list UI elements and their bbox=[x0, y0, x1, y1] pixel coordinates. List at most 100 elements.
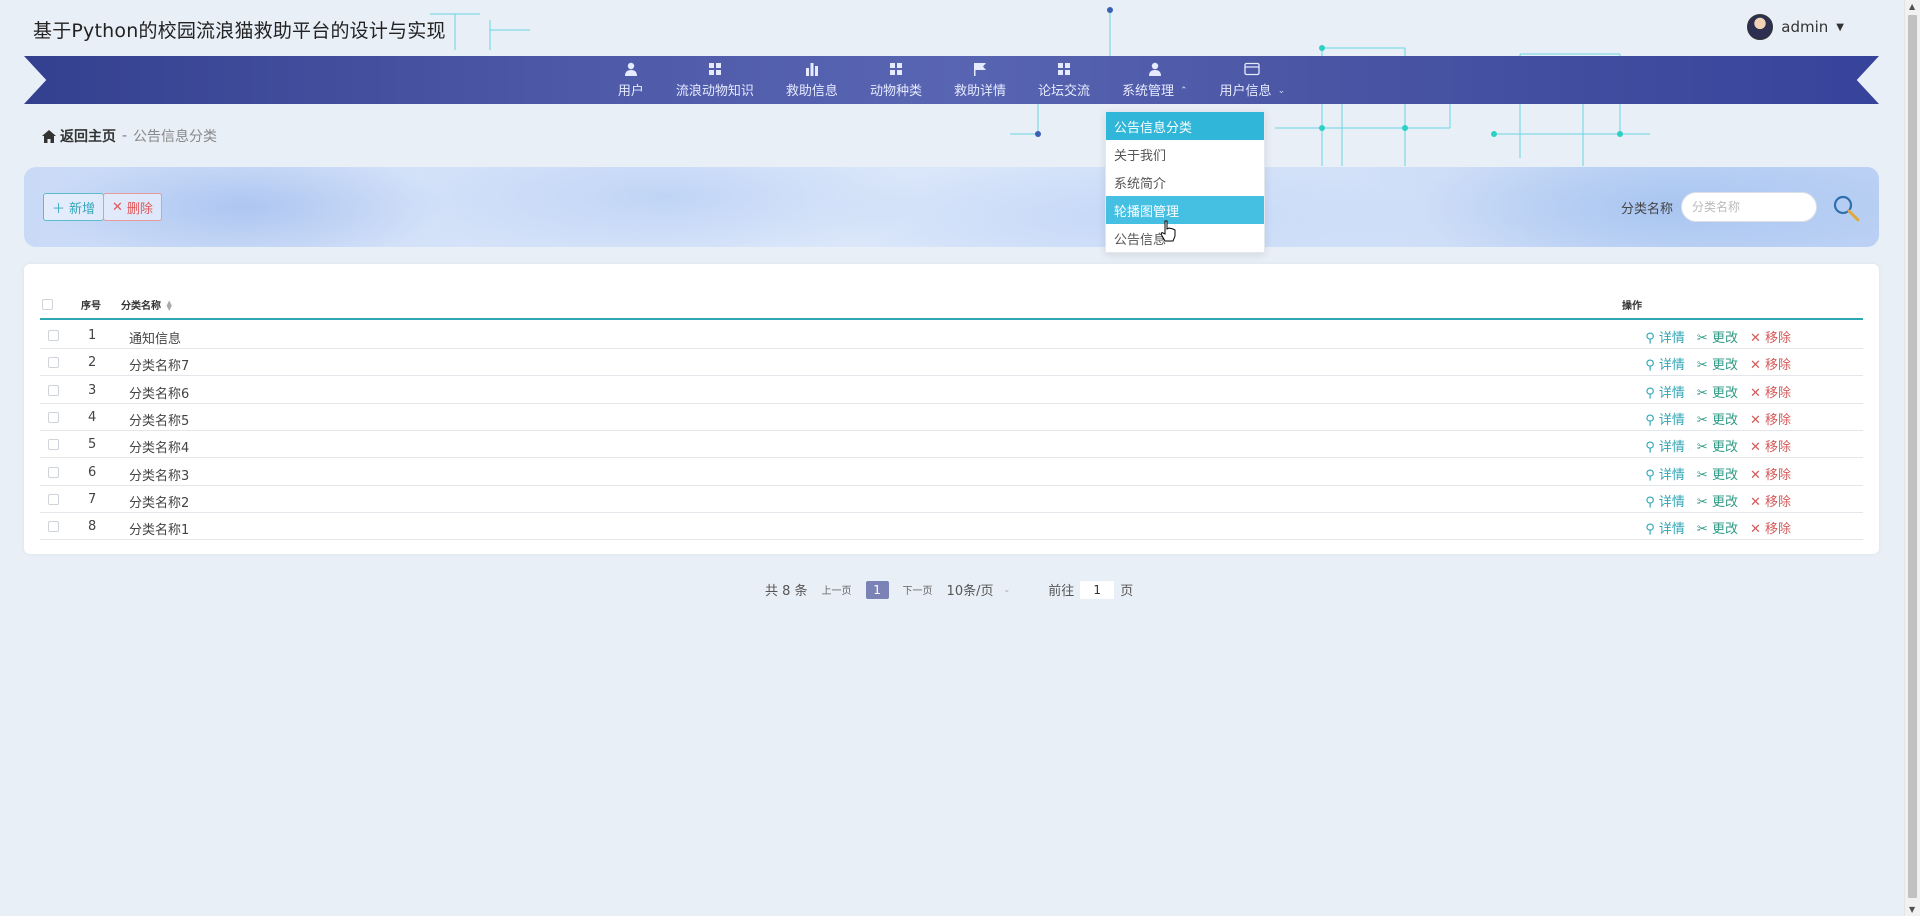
detail-button[interactable]: ⚲ 详情 bbox=[1645, 436, 1685, 455]
edit-button[interactable]: ✂ 更改 bbox=[1697, 327, 1738, 346]
nav-item-label-row: 系统管理 ⌃ bbox=[1122, 80, 1188, 99]
breadcrumb-home[interactable]: 返回主页 bbox=[42, 126, 116, 146]
row-index: 6 bbox=[88, 464, 97, 480]
dropdown-item[interactable]: 系统简介 bbox=[1106, 168, 1264, 196]
row-actions: ⚲ 详情 ✂ 更改 ✕ 移除 bbox=[1645, 327, 1791, 346]
header-name[interactable]: 分类名称 ▲ ▼ bbox=[121, 297, 172, 313]
edit-button[interactable]: ✂ 更改 bbox=[1697, 491, 1738, 510]
detail-button[interactable]: ⚲ 详情 bbox=[1645, 491, 1685, 510]
row-name: 分类名称1 bbox=[129, 523, 190, 539]
system-menu-dropdown: 公告信息分类 关于我们 系统简介 轮播图管理 公告信息 bbox=[1105, 111, 1265, 253]
goto-label: 前往 bbox=[1048, 584, 1075, 599]
scissors-icon: ✂ bbox=[1696, 412, 1712, 428]
edit-button[interactable]: ✂ 更改 bbox=[1697, 518, 1738, 537]
page-jump: 前往 页 bbox=[1048, 580, 1133, 599]
nav-item-6[interactable]: 系统管理 ⌃ bbox=[1106, 56, 1204, 104]
nav-item-0[interactable]: 用户 bbox=[602, 56, 660, 104]
user-icon bbox=[1147, 61, 1163, 77]
row-checkbox[interactable] bbox=[48, 439, 59, 451]
add-button[interactable]: ＋ 新增 bbox=[43, 193, 105, 221]
row-index: 8 bbox=[88, 519, 97, 535]
row-actions: ⚲ 详情 ✂ 更改 ✕ 移除 bbox=[1645, 382, 1791, 401]
flag-icon bbox=[972, 61, 988, 77]
table-row: 3 分类名称6 ⚲ 详情 ✂ 更改 ✕ 移除 bbox=[40, 377, 1863, 404]
select-all-checkbox[interactable] bbox=[42, 299, 53, 310]
chevron-up-icon: ⌃ bbox=[1180, 85, 1188, 96]
row-checkbox[interactable] bbox=[48, 411, 59, 423]
nav-item-label-row: 论坛交流 bbox=[1038, 80, 1090, 99]
nav-item-label: 救助详情 bbox=[953, 84, 1006, 99]
delete-button[interactable]: ✕ 删除 bbox=[103, 193, 162, 221]
page-1-button[interactable]: 1 bbox=[865, 580, 889, 599]
row-actions: ⚲ 详情 ✂ 更改 ✕ 移除 bbox=[1645, 491, 1791, 510]
user-menu[interactable]: admin ▼ bbox=[1747, 14, 1844, 40]
remove-label: 移除 bbox=[1764, 522, 1791, 538]
row-checkbox[interactable] bbox=[48, 493, 59, 505]
search-icon[interactable] bbox=[1831, 193, 1861, 223]
remove-button[interactable]: ✕ 移除 bbox=[1750, 354, 1791, 373]
search-input[interactable] bbox=[1681, 192, 1817, 222]
remove-button[interactable]: ✕ 移除 bbox=[1750, 518, 1791, 537]
table-row: 4 分类名称5 ⚲ 详情 ✂ 更改 ✕ 移除 bbox=[40, 404, 1863, 431]
nav-item-7[interactable]: 用户信息 ⌄ bbox=[1204, 56, 1302, 104]
edit-button[interactable]: ✂ 更改 bbox=[1697, 382, 1738, 401]
scroll-down-icon[interactable]: ▼ bbox=[1909, 905, 1915, 914]
detail-button[interactable]: ⚲ 详情 bbox=[1645, 409, 1685, 428]
remove-button[interactable]: ✕ 移除 bbox=[1750, 327, 1791, 346]
dropdown-item[interactable]: 公告信息分类 bbox=[1106, 112, 1264, 140]
close-icon: ✕ bbox=[1749, 440, 1765, 456]
nav-item-label-row: 流浪动物知识 bbox=[676, 80, 754, 99]
table-row: 2 分类名称7 ⚲ 详情 ✂ 更改 ✕ 移除 bbox=[40, 349, 1863, 377]
remove-button[interactable]: ✕ 移除 bbox=[1750, 382, 1791, 401]
sort-icon[interactable]: ▲ ▼ bbox=[166, 300, 171, 312]
nav-item-3[interactable]: 动物种类 bbox=[854, 56, 938, 104]
row-index: 3 bbox=[88, 382, 97, 398]
detail-button[interactable]: ⚲ 详情 bbox=[1645, 518, 1685, 537]
home-icon bbox=[42, 129, 56, 143]
dropdown-item[interactable]: 关于我们 bbox=[1106, 140, 1264, 168]
dropdown-item[interactable]: 公告信息 bbox=[1106, 224, 1264, 252]
nav-item-5[interactable]: 论坛交流 bbox=[1022, 56, 1106, 104]
nav-item-1[interactable]: 流浪动物知识 bbox=[660, 56, 770, 104]
detail-button[interactable]: ⚲ 详情 bbox=[1645, 327, 1685, 346]
close-icon: ✕ bbox=[1749, 385, 1765, 401]
detail-button[interactable]: ⚲ 详情 bbox=[1645, 354, 1685, 373]
prev-page-button[interactable]: 上一页 bbox=[822, 582, 852, 597]
row-checkbox[interactable] bbox=[48, 357, 59, 369]
edit-button[interactable]: ✂ 更改 bbox=[1697, 464, 1738, 483]
detail-label: 详情 bbox=[1658, 522, 1685, 538]
dropdown-item[interactable]: 轮播图管理 bbox=[1106, 196, 1264, 224]
row-checkbox[interactable] bbox=[48, 466, 59, 478]
table-row: 1 通知信息 ⚲ 详情 ✂ 更改 ✕ 移除 bbox=[40, 322, 1863, 349]
edit-button[interactable]: ✂ 更改 bbox=[1697, 436, 1738, 455]
scissors-icon: ✂ bbox=[1696, 358, 1712, 374]
remove-button[interactable]: ✕ 移除 bbox=[1750, 409, 1791, 428]
row-checkbox[interactable] bbox=[48, 384, 59, 396]
nav-item-2[interactable]: 救助信息 bbox=[770, 56, 854, 104]
goto-input[interactable] bbox=[1080, 580, 1115, 599]
nav-item-4[interactable]: 救助详情 bbox=[938, 56, 1022, 104]
page-scrollbar[interactable]: ▲ ▼ bbox=[1904, 0, 1920, 916]
detail-button[interactable]: ⚲ 详情 bbox=[1645, 382, 1685, 401]
edit-button[interactable]: ✂ 更改 bbox=[1697, 354, 1738, 373]
scroll-up-icon[interactable]: ▲ bbox=[1909, 2, 1915, 11]
table-row: 7 分类名称2 ⚲ 详情 ✂ 更改 ✕ 移除 bbox=[40, 486, 1863, 513]
row-checkbox[interactable] bbox=[48, 330, 59, 341]
detail-button[interactable]: ⚲ 详情 bbox=[1645, 464, 1685, 483]
remove-button[interactable]: ✕ 移除 bbox=[1750, 436, 1791, 455]
edit-label: 更改 bbox=[1711, 412, 1738, 428]
page-size-select[interactable]: 10条/页 ⌄ bbox=[947, 580, 1011, 599]
remove-button[interactable]: ✕ 移除 bbox=[1750, 491, 1791, 510]
grid-icon bbox=[888, 61, 904, 77]
next-page-button[interactable]: 下一页 bbox=[903, 582, 933, 597]
header-ops: 操作 bbox=[1622, 301, 1642, 312]
edit-label: 更改 bbox=[1711, 440, 1738, 456]
card-icon bbox=[1244, 61, 1260, 77]
remove-button[interactable]: ✕ 移除 bbox=[1750, 464, 1791, 483]
row-checkbox[interactable] bbox=[48, 521, 59, 533]
table-row: 5 分类名称4 ⚲ 详情 ✂ 更改 ✕ 移除 bbox=[40, 431, 1863, 459]
edit-button[interactable]: ✂ 更改 bbox=[1697, 409, 1738, 428]
zoom-icon: ⚲ bbox=[1645, 385, 1659, 401]
scrollbar-thumb[interactable] bbox=[1908, 15, 1917, 898]
remove-label: 移除 bbox=[1764, 467, 1791, 483]
